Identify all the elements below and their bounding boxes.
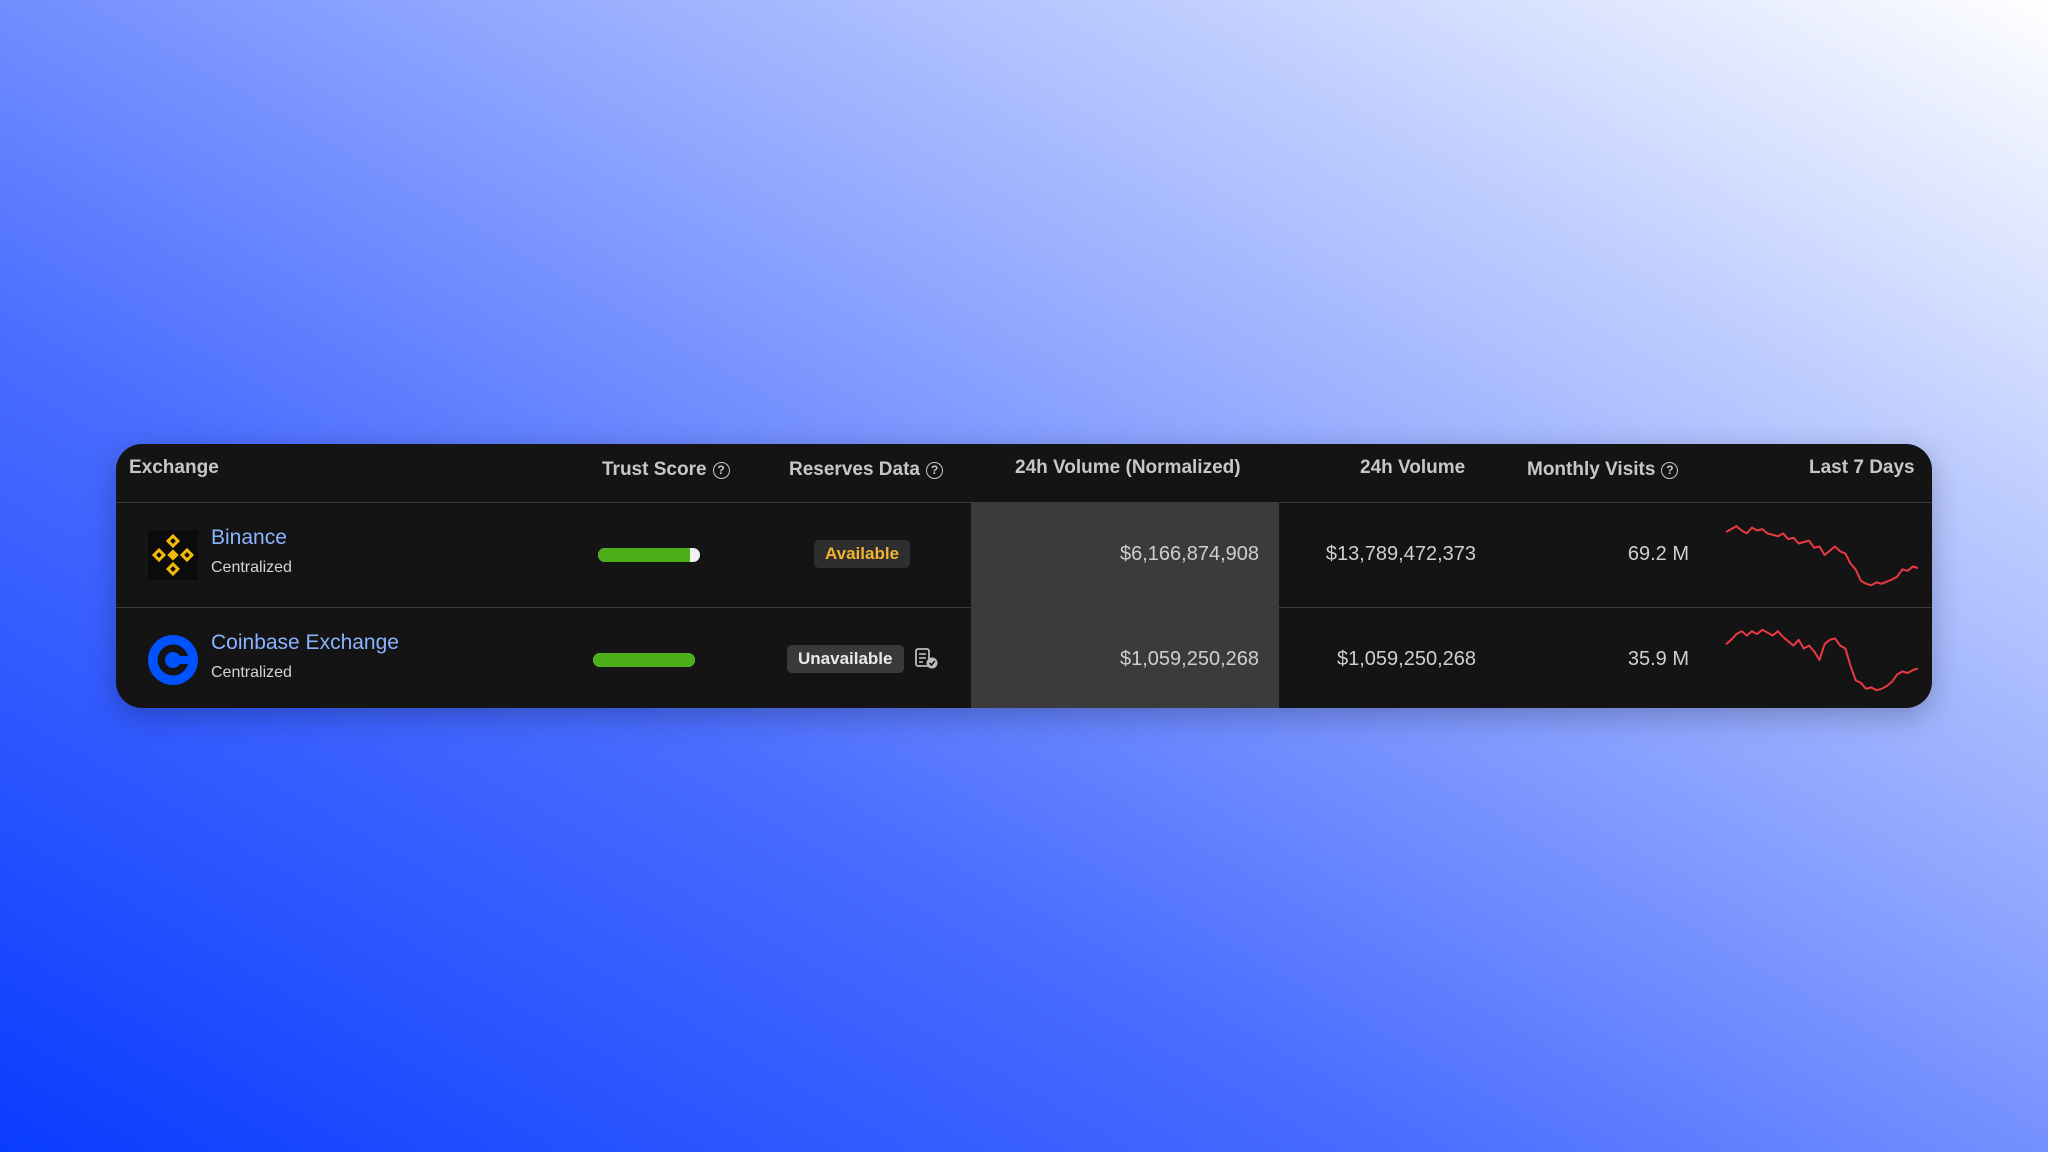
- reserves-status-badge: Unavailable: [787, 645, 904, 673]
- column-header-last-7-days: Last 7 Days: [1809, 456, 1915, 480]
- proof-of-reserves-icon[interactable]: [914, 647, 940, 671]
- volume-value: $13,789,472,373: [1325, 543, 1476, 565]
- binance-logo-icon: [148, 530, 198, 580]
- column-header-label: 24h Volume (Normalized): [1015, 457, 1241, 478]
- volume-value: $1,059,250,268: [1336, 648, 1476, 670]
- monthly-visits-value: 69.2 M: [1627, 543, 1689, 565]
- trust-score-bar-fill: [593, 653, 695, 667]
- column-header-exchange[interactable]: Exchange: [129, 456, 219, 480]
- exchange-name-link[interactable]: Binance: [211, 525, 287, 551]
- column-header-reserves-data[interactable]: Reserves Data ?: [789, 458, 943, 482]
- table-row[interactable]: Coinbase Exchange Centralized 10 Unavail…: [116, 608, 1932, 708]
- column-header-volume-normalized[interactable]: 24h Volume (Normalized): [1015, 456, 1241, 480]
- table-header: Exchange Trust Score ? Reserves Data ? 2…: [116, 444, 1932, 503]
- column-header-label: Last 7 Days: [1809, 457, 1915, 478]
- reserves-status-badge: Available: [814, 540, 911, 568]
- trust-score-bar-fill: [598, 548, 690, 562]
- monthly-visits-value: 35.9 M: [1627, 648, 1689, 670]
- column-header-trust-score[interactable]: Trust Score ?: [602, 458, 730, 482]
- sparkline-chart: [1725, 628, 1919, 692]
- sparkline-chart: [1725, 525, 1919, 587]
- volume-normalized-value: $6,166,874,908: [1119, 543, 1259, 565]
- volume-normalized-value: $1,059,250,268: [1119, 648, 1259, 670]
- trust-score-bar: [598, 548, 700, 562]
- exchange-table: Exchange Trust Score ? Reserves Data ? 2…: [116, 444, 1932, 708]
- help-icon[interactable]: ?: [925, 461, 943, 479]
- column-header-monthly-visits[interactable]: Monthly Visits ?: [1527, 458, 1679, 482]
- column-header-label: Trust Score: [602, 459, 707, 480]
- exchange-name-link[interactable]: Coinbase Exchange: [211, 630, 399, 656]
- trust-score-bar: [593, 653, 695, 667]
- coinbase-logo-icon: [148, 635, 198, 685]
- column-header-volume[interactable]: 24h Volume: [1360, 456, 1465, 480]
- column-header-label: 24h Volume: [1360, 457, 1466, 478]
- exchange-type: Centralized: [211, 664, 292, 681]
- sparkline-line: [1725, 628, 1919, 692]
- sparkline-line: [1725, 525, 1919, 587]
- column-header-label: Exchange: [129, 457, 219, 478]
- help-icon[interactable]: ?: [1661, 461, 1679, 479]
- column-header-label: Reserves Data: [789, 459, 920, 480]
- column-header-label: Monthly Visits: [1527, 459, 1656, 480]
- help-icon[interactable]: ?: [712, 461, 730, 479]
- exchange-type: Centralized: [211, 559, 292, 576]
- table-row[interactable]: Binance Centralized 9 Available $6,166,8…: [116, 503, 1932, 608]
